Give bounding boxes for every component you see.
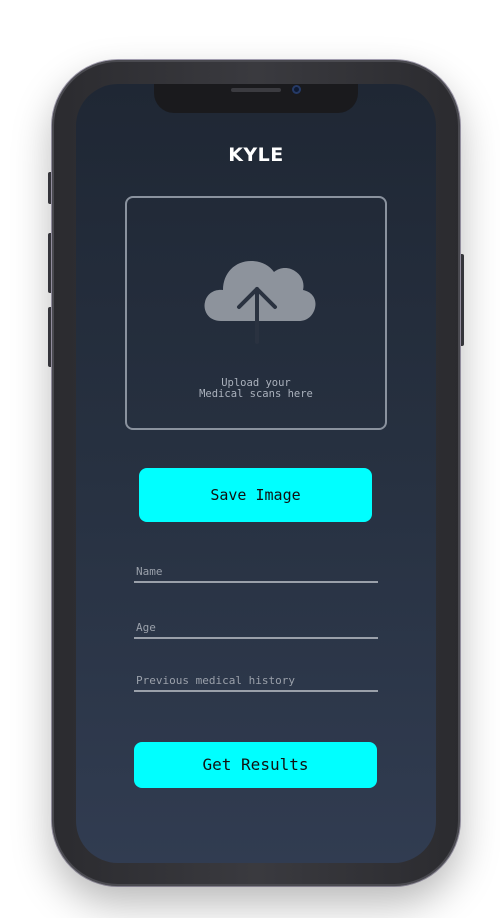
medical-history-input[interactable] bbox=[134, 674, 378, 690]
cloud-upload-icon bbox=[204, 261, 316, 344]
upload-dropzone[interactable]: Upload your Medical scans here bbox=[125, 196, 387, 430]
age-field bbox=[134, 616, 378, 639]
age-input[interactable] bbox=[134, 621, 378, 637]
history-field bbox=[134, 669, 378, 692]
app-title: KYLE bbox=[228, 144, 284, 166]
upload-instructions: Upload your Medical scans here bbox=[127, 378, 385, 400]
stage: KYLE Upload your Medical scans here Save… bbox=[0, 0, 500, 918]
name-field bbox=[134, 560, 378, 583]
notch bbox=[154, 84, 358, 113]
upload-text-line2: Medical scans here bbox=[199, 388, 313, 400]
front-camera bbox=[292, 85, 301, 94]
save-image-button[interactable]: Save Image bbox=[139, 468, 372, 522]
speaker-grille bbox=[231, 88, 281, 92]
name-input[interactable] bbox=[134, 565, 378, 581]
app-screen: KYLE Upload your Medical scans here Save… bbox=[76, 84, 436, 863]
get-results-button[interactable]: Get Results bbox=[134, 742, 377, 788]
